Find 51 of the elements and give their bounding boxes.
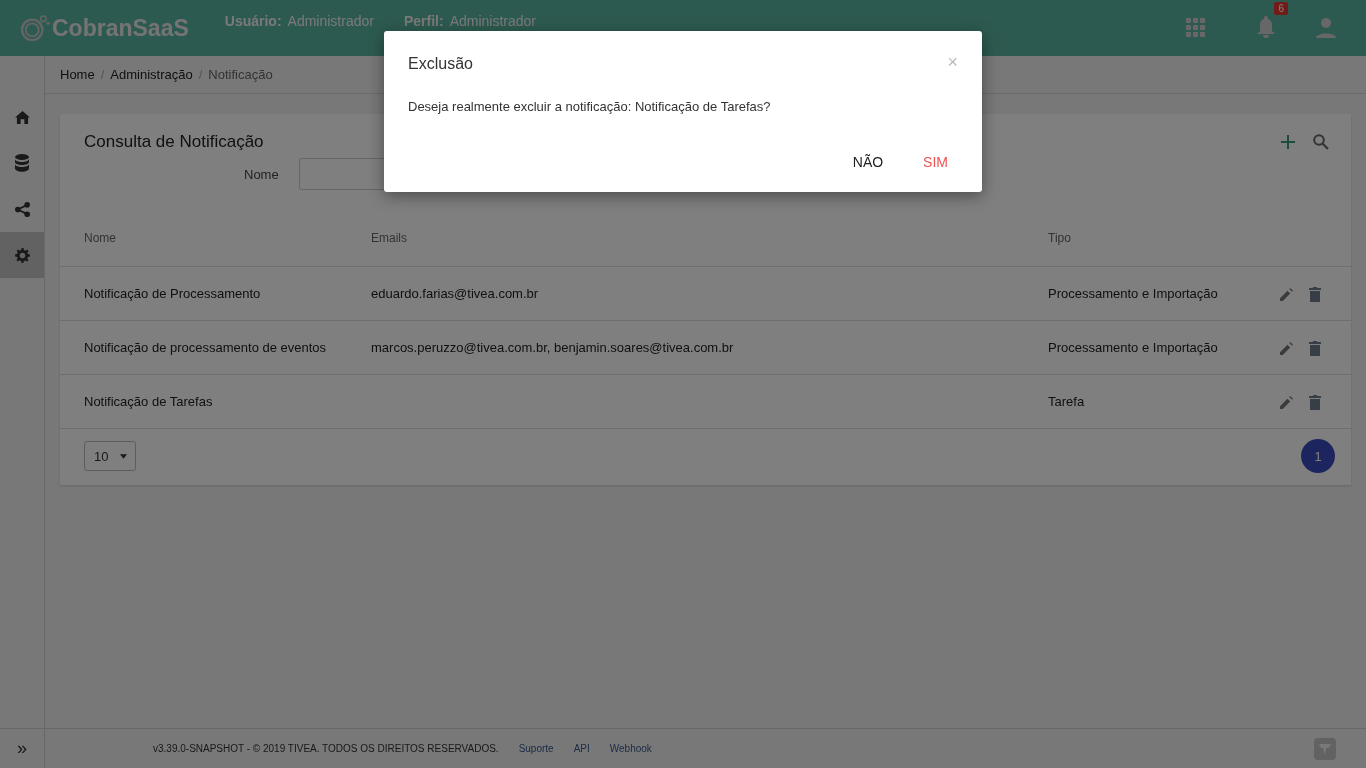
table-cell: Processamento e Importação: [1048, 340, 1218, 355]
footer-link[interactable]: API: [573, 743, 590, 754]
notification-count: 6: [1274, 1, 1288, 15]
caret-icon: [120, 453, 127, 459]
table-cell: marcos.peruzzo@tivea.com.br, benjamin.soares@tivea.com.br: [371, 340, 734, 355]
user-name: Administrador: [287, 13, 374, 29]
profile-name: Administrador: [449, 13, 536, 29]
gear-icon: [14, 247, 30, 263]
edit-pencil-icon[interactable]: [1280, 395, 1293, 409]
card-title: Consulta de Notificação: [84, 132, 265, 152]
edit-pencil-icon[interactable]: [1280, 287, 1293, 301]
dialog-message: Deseja realmente excluir a notificação: Notificação de Tarefas?: [408, 99, 772, 114]
database-icon: [15, 154, 29, 172]
table-cell: Tarefa: [1048, 394, 1085, 409]
coin-logo-icon: [20, 15, 50, 41]
breadcrumb-link[interactable]: Home: [60, 67, 95, 82]
table-cell: Processamento e Importação: [1048, 286, 1218, 301]
close-button[interactable]: ×: [947, 51, 958, 73]
trash-icon[interactable]: [1309, 394, 1321, 410]
column-header: Nome: [84, 231, 116, 245]
column-header: Emails: [371, 231, 407, 245]
table-cell: Notificação de processamento de eventos: [84, 340, 327, 355]
brand-name: CobranSaaS: [52, 14, 189, 42]
footer-link[interactable]: Webhook: [609, 743, 652, 754]
breadcrumb-separator: /: [198, 67, 203, 82]
trash-icon[interactable]: [1309, 286, 1321, 302]
breadcrumb-link[interactable]: Notificação: [208, 67, 273, 82]
dialog-title: Exclusão: [408, 55, 473, 73]
filter-label: Nome: [244, 166, 279, 182]
trash-icon[interactable]: [1309, 340, 1321, 356]
search-icon[interactable]: [1313, 134, 1329, 150]
breadcrumb-link[interactable]: Administração: [110, 67, 193, 82]
page-size-select[interactable]: 10: [84, 441, 136, 471]
share-icon: [14, 201, 30, 217]
page-button[interactable]: 1: [1301, 439, 1335, 473]
breadcrumb-separator: /: [100, 67, 105, 82]
table-cell: eduardo.farias@tivea.com.br: [371, 286, 539, 301]
table-cell: Notificação de Tarefas: [84, 394, 213, 409]
sidebar-item[interactable]: [0, 232, 44, 278]
cancel-button[interactable]: NÃO: [842, 148, 894, 176]
home-icon: [14, 110, 30, 124]
confirm-button[interactable]: SIM: [913, 148, 958, 176]
expand-sidebar-button[interactable]: »: [0, 728, 44, 768]
copyright-text: v3.39.0-SNAPSHOT - © 2019 TIVEA. TODOS OS DIREITOS RESERVADOS.: [153, 743, 499, 754]
edit-pencil-icon[interactable]: [1280, 341, 1293, 355]
profile-label: Perfil:: [403, 13, 444, 29]
add-icon[interactable]: [1281, 135, 1295, 149]
user-label: Usuário:: [224, 13, 282, 29]
table-cell: Notificação de Processamento: [84, 286, 261, 301]
footer-link[interactable]: Suporte: [518, 743, 554, 754]
column-header: Tipo: [1048, 231, 1071, 245]
